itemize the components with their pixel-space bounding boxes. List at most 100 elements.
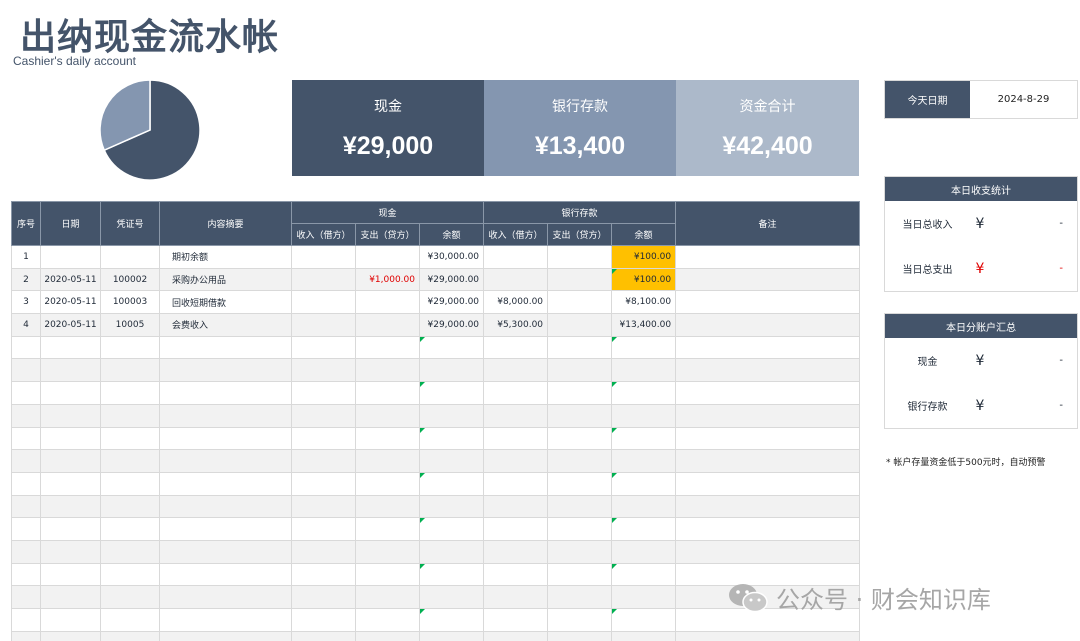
table-cell-empty[interactable] — [159, 585, 292, 609]
table-cell-empty[interactable] — [40, 539, 101, 564]
table-cell-empty[interactable] — [418, 608, 485, 632]
table-cell-empty[interactable] — [40, 381, 101, 405]
table-cell-empty[interactable] — [611, 381, 677, 405]
cell-bank-in[interactable]: ¥8,000.00 — [483, 290, 549, 315]
table-cell-empty[interactable] — [547, 562, 613, 587]
table-cell-empty[interactable] — [11, 562, 41, 587]
table-cell-empty[interactable] — [291, 494, 356, 519]
cell-seq[interactable]: 2 — [11, 267, 41, 292]
table-cell-empty[interactable] — [291, 608, 356, 632]
table-cell-empty[interactable] — [159, 517, 292, 541]
table-cell-empty[interactable] — [483, 358, 549, 383]
cell-summary[interactable]: 期初余额 — [159, 245, 292, 269]
table-cell-empty[interactable] — [11, 585, 41, 609]
table-cell-empty[interactable] — [547, 471, 613, 496]
cell-summary[interactable]: 采购办公用品 — [159, 267, 292, 292]
cell-cash-in[interactable] — [291, 245, 356, 269]
table-cell-empty[interactable] — [100, 335, 160, 360]
table-cell-empty[interactable] — [100, 562, 160, 587]
table-cell-empty[interactable] — [291, 358, 356, 383]
table-cell-empty[interactable] — [291, 403, 356, 428]
table-cell-empty[interactable] — [675, 517, 861, 541]
table-cell-empty[interactable] — [611, 608, 677, 632]
table-cell-empty[interactable] — [11, 381, 41, 405]
table-cell-empty[interactable] — [483, 539, 549, 564]
cell-voucher[interactable]: 100003 — [100, 290, 160, 315]
table-cell-empty[interactable] — [355, 381, 420, 405]
table-cell-empty[interactable] — [418, 630, 485, 641]
table-cell-empty[interactable] — [100, 358, 160, 383]
table-cell-empty[interactable] — [675, 449, 861, 473]
table-cell-empty[interactable] — [40, 494, 101, 519]
table-cell-empty[interactable] — [675, 539, 861, 564]
cell-date[interactable] — [40, 245, 101, 269]
table-cell-empty[interactable] — [418, 471, 485, 496]
cell-cash-in[interactable] — [291, 290, 356, 315]
table-cell-empty[interactable] — [611, 471, 677, 496]
table-cell-empty[interactable] — [159, 358, 292, 383]
table-cell-empty[interactable] — [291, 449, 356, 473]
table-cell-empty[interactable] — [611, 517, 677, 541]
cell-cash-balance[interactable]: ¥29,000.00 — [418, 290, 485, 315]
cell-cash-balance[interactable]: ¥30,000.00 — [418, 245, 485, 269]
table-cell-empty[interactable] — [159, 426, 292, 451]
table-cell-empty[interactable] — [418, 585, 485, 609]
table-cell-empty[interactable] — [611, 403, 677, 428]
cell-bank-out[interactable] — [547, 245, 613, 269]
table-cell-empty[interactable] — [418, 494, 485, 519]
cell-remark[interactable] — [675, 313, 861, 337]
cell-date[interactable]: 2020-05-11 — [40, 313, 101, 337]
table-cell-empty[interactable] — [418, 426, 485, 451]
table-cell-empty[interactable] — [100, 517, 160, 541]
table-cell-empty[interactable] — [11, 539, 41, 564]
table-cell-empty[interactable] — [11, 449, 41, 473]
table-cell-empty[interactable] — [291, 471, 356, 496]
cell-cash-in[interactable] — [291, 267, 356, 292]
table-cell-empty[interactable] — [11, 517, 41, 541]
table-cell-empty[interactable] — [611, 585, 677, 609]
table-cell-empty[interactable] — [547, 539, 613, 564]
table-cell-empty[interactable] — [547, 585, 613, 609]
table-cell-empty[interactable] — [611, 539, 677, 564]
table-cell-empty[interactable] — [483, 426, 549, 451]
table-cell-empty[interactable] — [40, 335, 101, 360]
cell-date[interactable]: 2020-05-11 — [40, 290, 101, 315]
table-cell-empty[interactable] — [40, 426, 101, 451]
cell-cash-out[interactable] — [355, 290, 420, 315]
table-cell-empty[interactable] — [418, 449, 485, 473]
table-cell-empty[interactable] — [355, 358, 420, 383]
table-cell-empty[interactable] — [355, 335, 420, 360]
cell-bank-balance[interactable]: ¥8,100.00 — [611, 290, 677, 315]
table-cell-empty[interactable] — [675, 426, 861, 451]
table-cell-empty[interactable] — [483, 403, 549, 428]
table-cell-empty[interactable] — [11, 494, 41, 519]
table-cell-empty[interactable] — [418, 539, 485, 564]
table-cell-empty[interactable] — [11, 426, 41, 451]
table-cell-empty[interactable] — [100, 471, 160, 496]
cell-voucher[interactable]: 10005 — [100, 313, 160, 337]
cell-seq[interactable]: 4 — [11, 313, 41, 337]
table-cell-empty[interactable] — [100, 608, 160, 632]
table-cell-empty[interactable] — [675, 358, 861, 383]
table-cell-empty[interactable] — [547, 403, 613, 428]
table-cell-empty[interactable] — [40, 608, 101, 632]
table-cell-empty[interactable] — [159, 471, 292, 496]
cell-remark[interactable] — [675, 290, 861, 315]
table-cell-empty[interactable] — [291, 381, 356, 405]
table-cell-empty[interactable] — [675, 471, 861, 496]
table-cell-empty[interactable] — [355, 608, 420, 632]
cell-seq[interactable]: 3 — [11, 290, 41, 315]
cell-cash-out[interactable] — [355, 313, 420, 337]
cell-cash-balance[interactable]: ¥29,000.00 — [418, 313, 485, 337]
table-cell-empty[interactable] — [355, 517, 420, 541]
table-cell-empty[interactable] — [159, 494, 292, 519]
cell-cash-out[interactable] — [355, 245, 420, 269]
table-cell-empty[interactable] — [11, 358, 41, 383]
table-cell-empty[interactable] — [418, 335, 485, 360]
cell-cash-balance[interactable]: ¥29,000.00 — [418, 267, 485, 292]
table-cell-empty[interactable] — [547, 335, 613, 360]
today-date-value[interactable]: 2024-8-29 — [970, 81, 1077, 118]
table-cell-empty[interactable] — [100, 630, 160, 641]
table-cell-empty[interactable] — [291, 630, 356, 641]
cell-bank-out[interactable] — [547, 267, 613, 292]
